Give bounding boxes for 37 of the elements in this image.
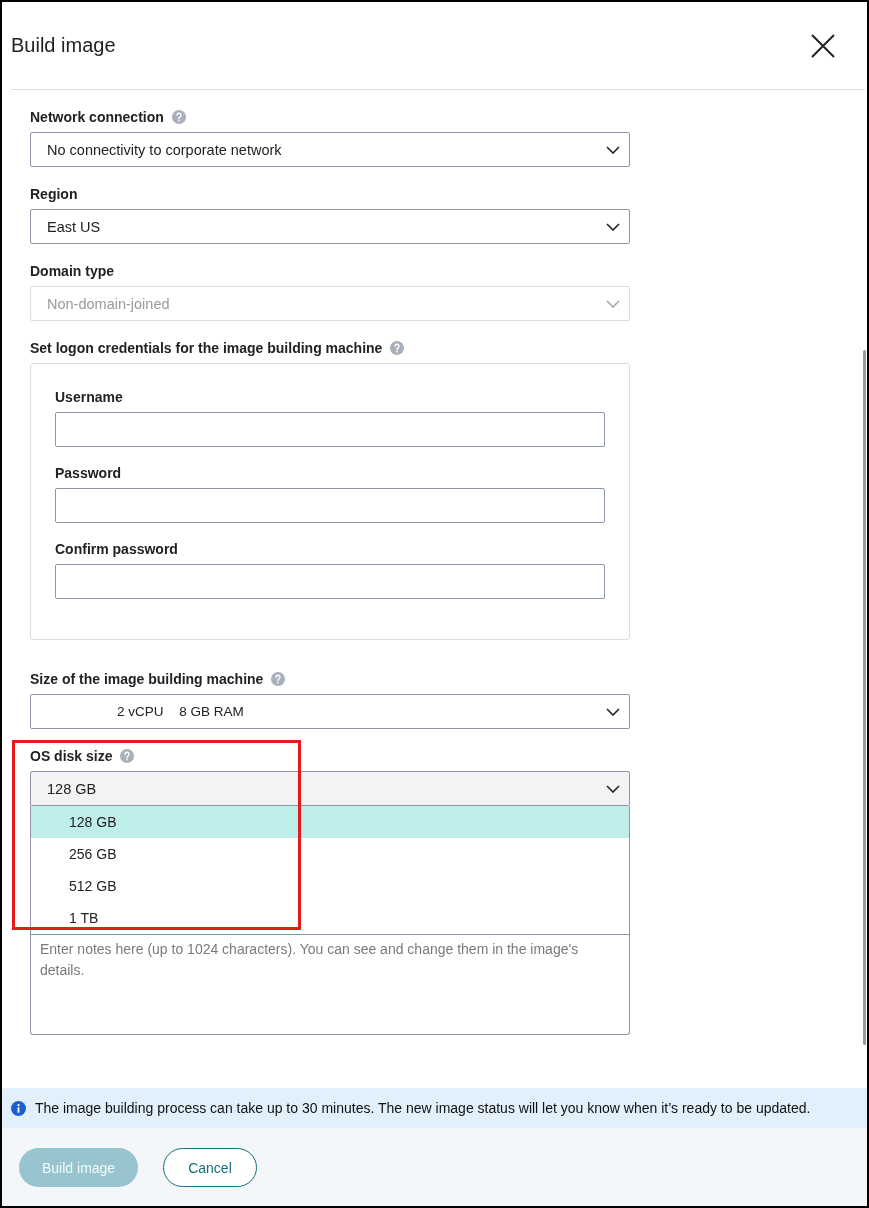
field-label: Password: [55, 465, 122, 481]
chevron-icon: [606, 784, 620, 793]
close-icon: [811, 33, 835, 58]
field-label: Set logon credentials for the image building machine: [30, 340, 383, 356]
field-label: Confirm password: [55, 541, 178, 557]
field-label: Network connection: [30, 109, 164, 125]
field-label: Size of the image building machine: [30, 671, 264, 687]
field-label: Username: [55, 389, 123, 405]
dropdown-field[interactable]: East US: [30, 209, 630, 244]
input-field[interactable]: [55, 564, 605, 599]
field-label: Domain type: [30, 263, 114, 279]
help-icon[interactable]: [271, 672, 286, 686]
help-icon[interactable]: [390, 341, 405, 355]
dropdown-field[interactable]: 2 vCPU 8 GB RAM: [30, 694, 630, 729]
input-field[interactable]: [55, 412, 605, 447]
info-icon: [11, 1100, 26, 1116]
dropdown-field[interactable]: No connectivity to corporate network: [30, 132, 630, 167]
notes-field[interactable]: Enter notes here (up to 1024 characters). You can see and change them in the image's details.: [30, 935, 630, 1035]
help-icon[interactable]: [120, 749, 135, 763]
dropdown-option[interactable]: 1 TB: [31, 902, 629, 934]
close-button[interactable]: [811, 33, 835, 58]
dropdown-option[interactable]: 256 GB: [31, 838, 629, 870]
dropdown-option[interactable]: 128 GB: [31, 806, 629, 838]
input-field[interactable]: [55, 488, 605, 523]
info-message: The image building process can take up to 30 minutes. The new image status will let you know when it’s ready to be updated.: [35, 1100, 811, 1116]
chevron-icon: [606, 299, 620, 308]
chevron-icon: [606, 145, 620, 154]
scrollbar-thumb[interactable]: [863, 350, 866, 1045]
chevron-icon: [606, 222, 620, 231]
dropdown-option[interactable]: 512 GB: [31, 870, 629, 902]
dialog-title: Build image: [11, 34, 116, 57]
field-label: OS disk size: [30, 748, 113, 764]
chevron-icon: [606, 707, 620, 716]
dropdown-field[interactable]: 128 GB: [30, 771, 630, 806]
help-icon[interactable]: [171, 110, 186, 124]
secondary-button[interactable]: Cancel: [163, 1148, 257, 1187]
field-label: Region: [30, 186, 78, 202]
